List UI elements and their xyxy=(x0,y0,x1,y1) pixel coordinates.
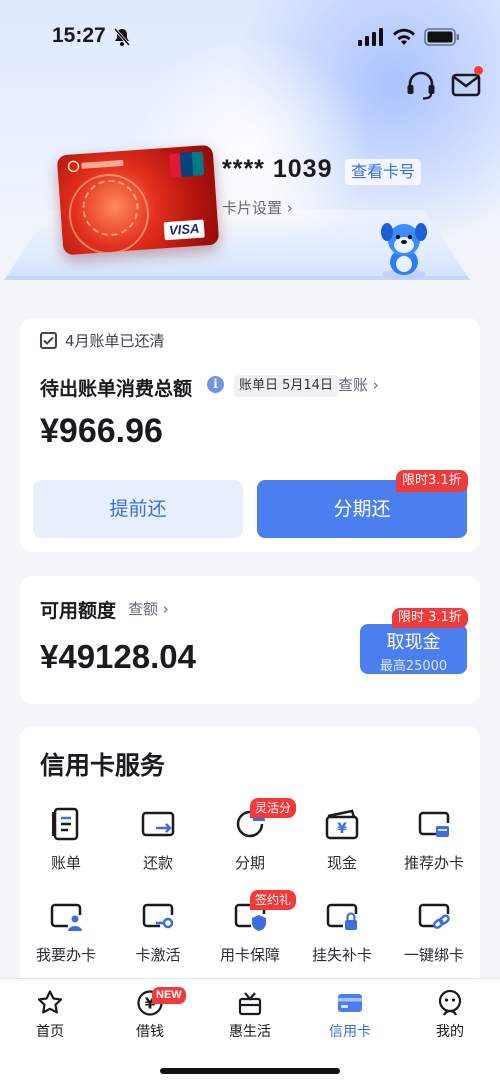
bell-off-icon xyxy=(113,28,131,46)
tab-label: 借钱 xyxy=(136,1024,164,1040)
pending-bill-title: 待出账单消费总额 xyxy=(40,378,193,400)
credit-limit-panel: 可用额度 查额 › ¥49128.04 取现金 最高25000 限时 3.1折 xyxy=(20,576,480,704)
tab-label: 我的 xyxy=(436,1024,464,1040)
tab-label: 首页 xyxy=(36,1024,64,1040)
report-loss-icon xyxy=(326,903,358,930)
tab-label: 惠生活 xyxy=(229,1024,271,1040)
service-label: 挂失补卡 xyxy=(311,946,372,964)
view-bill-link[interactable]: 查账 › xyxy=(338,374,379,395)
tab-profile[interactable]: 我的 xyxy=(410,989,490,1041)
bill-date-tag: 账单日 5月14日 xyxy=(234,375,338,397)
service-promo-badge: 灵活分 xyxy=(250,798,297,818)
service-item-card-protection[interactable]: 用卡保障 签约礼 xyxy=(204,890,297,984)
info-icon[interactable]: i xyxy=(207,376,224,393)
service-label: 我要办卡 xyxy=(35,946,96,964)
unread-dot xyxy=(474,66,483,75)
service-label: 现金 xyxy=(326,854,357,872)
svg-text:¥: ¥ xyxy=(337,821,347,837)
query-limit-link[interactable]: 查额 › xyxy=(128,598,169,619)
bill-icon xyxy=(52,807,79,841)
cash-promo-badge: 限时 3.1折 xyxy=(392,608,468,628)
repay-icon xyxy=(141,811,175,837)
pending-bill-amount: ¥966.96 xyxy=(40,412,163,450)
tab-borrow[interactable]: ¥ 借钱 NEW xyxy=(110,987,190,1041)
star-icon xyxy=(37,990,63,1014)
service-item-apply-card[interactable]: 我要办卡 xyxy=(20,898,112,984)
cash-withdrawal-label: 取现金 xyxy=(386,632,441,653)
service-item-installment[interactable]: 分期 灵活分 xyxy=(204,798,297,892)
service-label: 卡激活 xyxy=(135,946,181,964)
recommend-card-icon xyxy=(418,811,450,837)
service-label: 账单 xyxy=(50,854,81,872)
mascot-dog-icon[interactable] xyxy=(376,218,432,280)
credit-card-icon xyxy=(338,994,362,1012)
tab-life[interactable]: 惠生活 xyxy=(210,989,290,1041)
service-item-cash[interactable]: ¥ 现金 xyxy=(296,806,388,892)
battery-icon xyxy=(424,28,459,46)
service-item-report-loss[interactable]: 挂失补卡 xyxy=(296,898,388,984)
apply-card-icon xyxy=(50,903,82,931)
service-label: 推荐办卡 xyxy=(403,854,464,872)
service-label: 用卡保障 xyxy=(219,946,280,964)
service-item-activate-card[interactable]: 卡激活 xyxy=(112,898,204,984)
visa-logo: VISA xyxy=(163,219,205,241)
bill-status-text: 4月账单已还清 xyxy=(65,332,165,350)
cash-withdrawal-button[interactable]: 取现金 最高25000 xyxy=(360,624,467,674)
available-credit-amount: ¥49128.04 xyxy=(40,638,196,675)
status-bar: 15:27 xyxy=(0,0,500,70)
service-label: 分期 xyxy=(234,854,265,872)
profile-icon xyxy=(438,989,462,1016)
tab-label: 信用卡 xyxy=(329,1024,371,1040)
services-title: 信用卡服务 xyxy=(40,751,166,780)
unionpay-logo xyxy=(168,151,205,178)
home-indicator[interactable] xyxy=(160,1068,340,1074)
activate-card-icon xyxy=(142,903,174,929)
checkmark-icon xyxy=(43,336,54,345)
bank-logo xyxy=(67,160,124,173)
bank-card-image[interactable]: VISA xyxy=(56,144,220,256)
service-item-bind-card[interactable]: 一键绑卡 xyxy=(388,898,480,984)
status-time: 15:27 xyxy=(52,24,106,47)
installment-promo-badge: 限时3.1折 xyxy=(396,470,468,492)
view-card-number-button[interactable]: 查看卡号 xyxy=(345,159,421,185)
headset-icon[interactable] xyxy=(404,68,438,102)
tab-home[interactable]: 首页 xyxy=(10,989,90,1041)
prepay-button[interactable]: 提前还 xyxy=(33,480,243,538)
bind-card-icon xyxy=(418,903,450,929)
service-label: 一键绑卡 xyxy=(403,946,464,964)
cash-icon: ¥ xyxy=(325,809,359,840)
cash-withdrawal-max: 最高25000 xyxy=(379,659,448,674)
bill-panel: 4月账单已还清 待出账单消费总额 i 账单日 5月14日 查账 › ¥966.9… xyxy=(20,318,480,552)
card-number: **** 1039 xyxy=(222,155,333,183)
service-item-bill[interactable]: 账单 xyxy=(20,806,112,892)
gift-box-icon xyxy=(238,992,262,1016)
available-credit-title: 可用额度 xyxy=(40,600,117,622)
tab-credit-card[interactable]: 信用卡 xyxy=(310,989,390,1041)
card-services-panel: 信用卡服务 账单 还款 分期 灵活分 ¥ 现金 推荐办卡 我要办卡 卡激活 用卡… xyxy=(20,726,480,986)
service-item-repay[interactable]: 还款 xyxy=(112,806,204,892)
signal-icon xyxy=(358,28,383,46)
service-label: 还款 xyxy=(142,854,173,872)
service-item-recommend-card[interactable]: 推荐办卡 xyxy=(388,806,480,892)
new-badge: NEW xyxy=(152,987,186,1004)
card-settings-link[interactable]: 卡片设置 › xyxy=(222,197,293,218)
wifi-icon xyxy=(393,28,415,45)
service-promo-badge: 签约礼 xyxy=(250,890,297,910)
